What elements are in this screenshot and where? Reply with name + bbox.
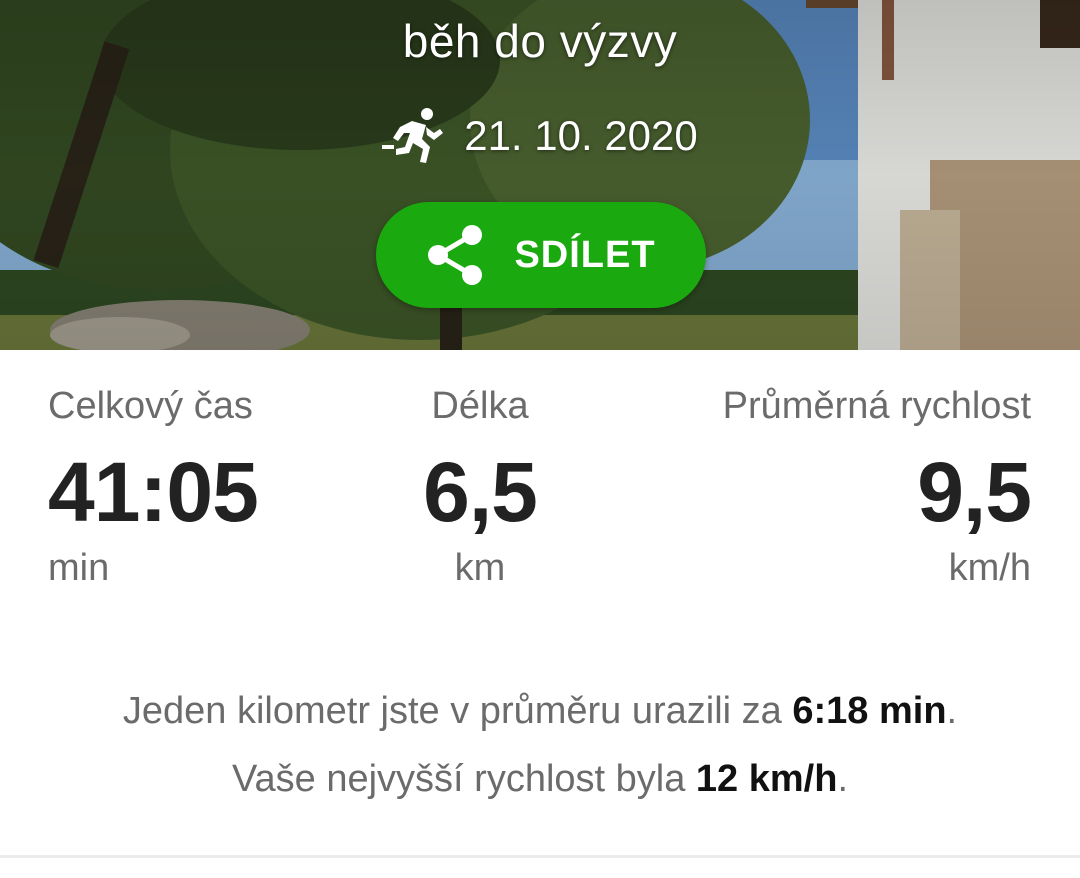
stat-time-label: Celkový čas [48,385,253,427]
stat-time-value: 41:05 [48,445,259,539]
share-button-label: SDÍLET [514,233,656,276]
running-person-icon [382,108,444,163]
max-speed-end: . [837,758,849,800]
activity-date: 21. 10. 2020 [464,112,698,159]
max-speed-text: Vaše nejvyšší rychlost byla [231,758,696,800]
bottom-divider [0,855,1080,858]
share-button[interactable]: SDÍLET [376,202,706,308]
max-speed-summary: Vaše nejvyšší rychlost byla 12 km/h. [0,758,1080,801]
pace-summary-end: . [946,690,958,732]
pace-summary-text: Jeden kilometr jste v průměru urazili za [122,690,793,732]
stat-total-time: Celkový čas 41:05 min [48,380,259,594]
activity-title: běh do výzvy [402,15,678,67]
pace-summary: Jeden kilometr jste v průměru urazili za… [0,690,1080,733]
hero-banner: běh do výzvy 21. 10. 2020 SDÍLET [0,0,1080,350]
stat-speed-unit: km/h [948,547,1031,589]
activity-meta: 21. 10. 2020 [0,106,1080,166]
max-speed-value: 12 km/h [695,758,838,800]
stat-speed-label: Průměrná rychlost [722,385,1031,427]
pace-value: 6:18 min [792,690,947,732]
share-icon [428,225,483,285]
stat-speed-value: 9,5 [917,445,1032,539]
stat-time-unit: min [48,547,110,589]
stat-distance-value: 6,5 [423,445,538,539]
stat-distance-unit: km [454,547,506,589]
stat-distance: Délka 6,5 km [380,380,580,594]
stat-distance-label: Délka [431,385,529,427]
stat-average-speed: Průměrná rychlost 9,5 km/h [722,380,1032,594]
